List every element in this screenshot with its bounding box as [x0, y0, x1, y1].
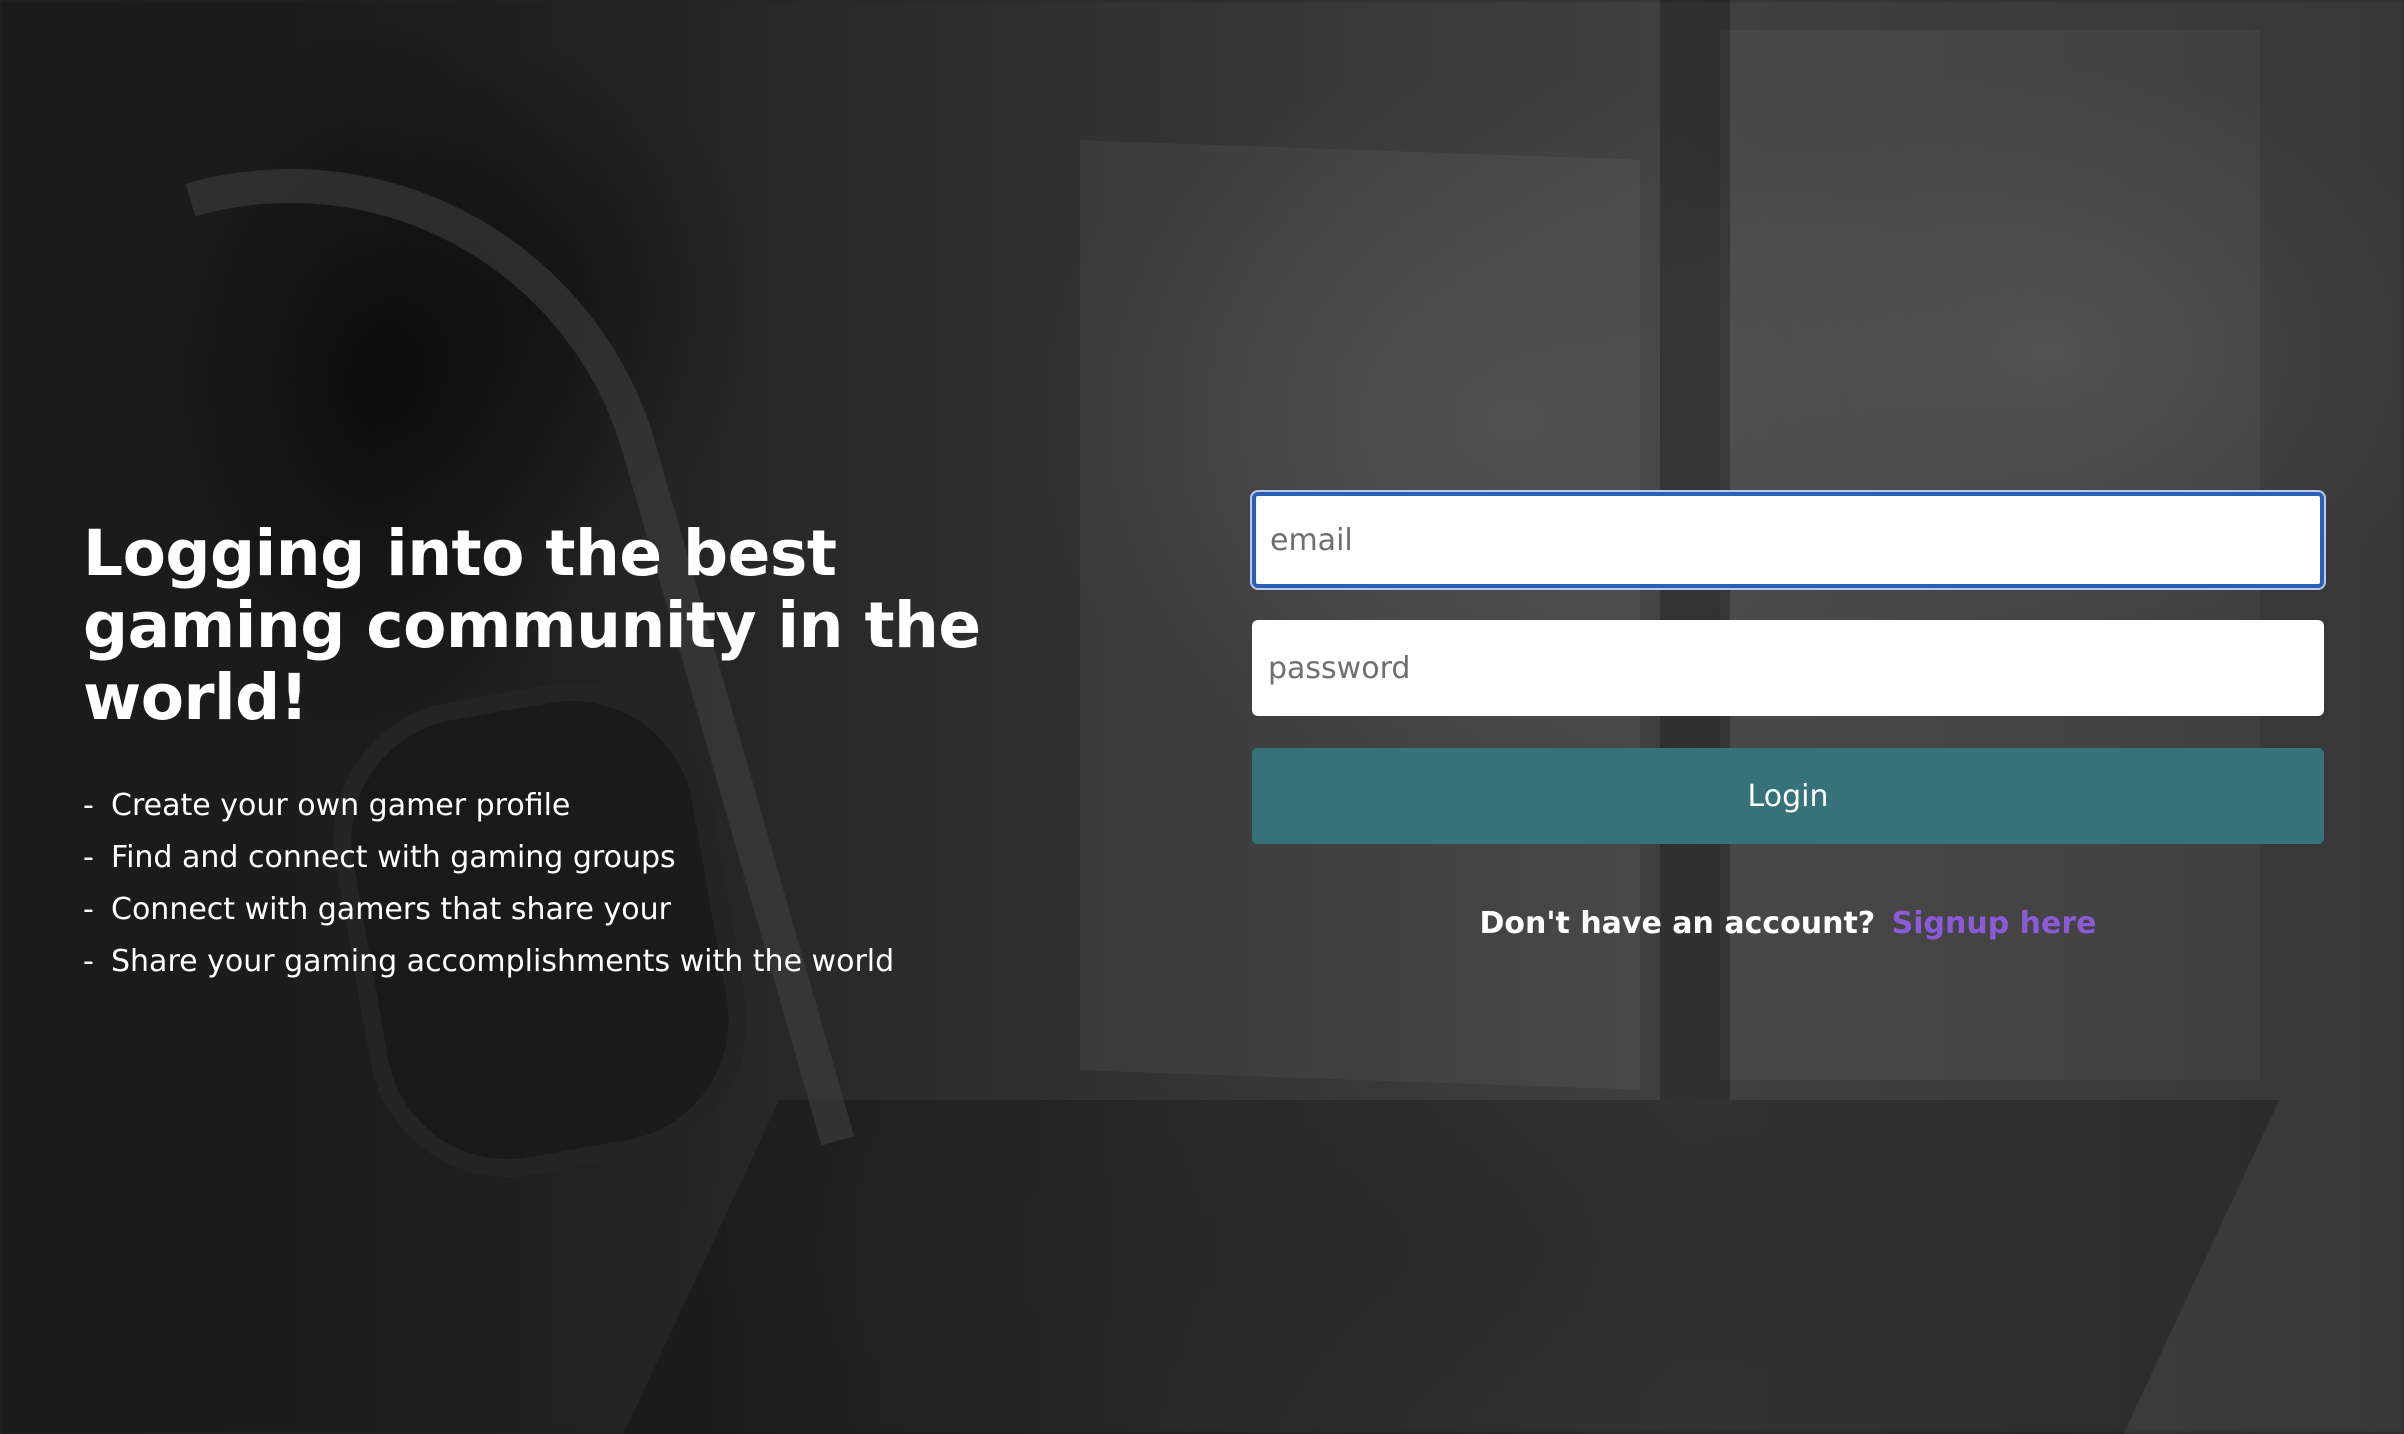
- email-field-wrapper: [1252, 492, 2324, 588]
- feature-bullet: -: [83, 892, 94, 927]
- feature-item: - Create your own gamer profile: [83, 780, 1083, 832]
- login-button[interactable]: Login: [1252, 748, 2324, 844]
- password-field[interactable]: [1268, 650, 2322, 686]
- feature-bullet: -: [83, 944, 94, 979]
- hero-headline: Logging into the best gaming community i…: [83, 517, 981, 734]
- feature-item: - Connect with gamers that share your: [83, 884, 1083, 936]
- login-form: Login Don't have an account? Signup here: [1252, 492, 2324, 941]
- feature-bullet: -: [83, 840, 94, 875]
- feature-text: Connect with gamers that share your: [111, 892, 671, 927]
- feature-item: - Share your gaming accomplishments with…: [83, 936, 1083, 988]
- signup-link[interactable]: Signup here: [1892, 906, 2097, 941]
- feature-text: Find and connect with gaming groups: [111, 840, 676, 875]
- login-page: Logging into the best gaming community i…: [0, 0, 2404, 1434]
- password-field-wrapper: [1252, 620, 2324, 716]
- feature-bullet: -: [83, 788, 94, 823]
- signup-prompt-row: Don't have an account? Signup here: [1252, 906, 2324, 941]
- feature-list: - Create your own gamer profile - Find a…: [83, 780, 1083, 988]
- hero-section: Logging into the best gaming community i…: [83, 518, 1083, 988]
- feature-text: Share your gaming accomplishments with t…: [111, 944, 895, 979]
- email-field[interactable]: [1270, 522, 2320, 558]
- feature-item: - Find and connect with gaming groups: [83, 832, 1083, 884]
- signup-prompt-text: Don't have an account?: [1479, 906, 1876, 941]
- feature-text: Create your own gamer profile: [111, 788, 571, 823]
